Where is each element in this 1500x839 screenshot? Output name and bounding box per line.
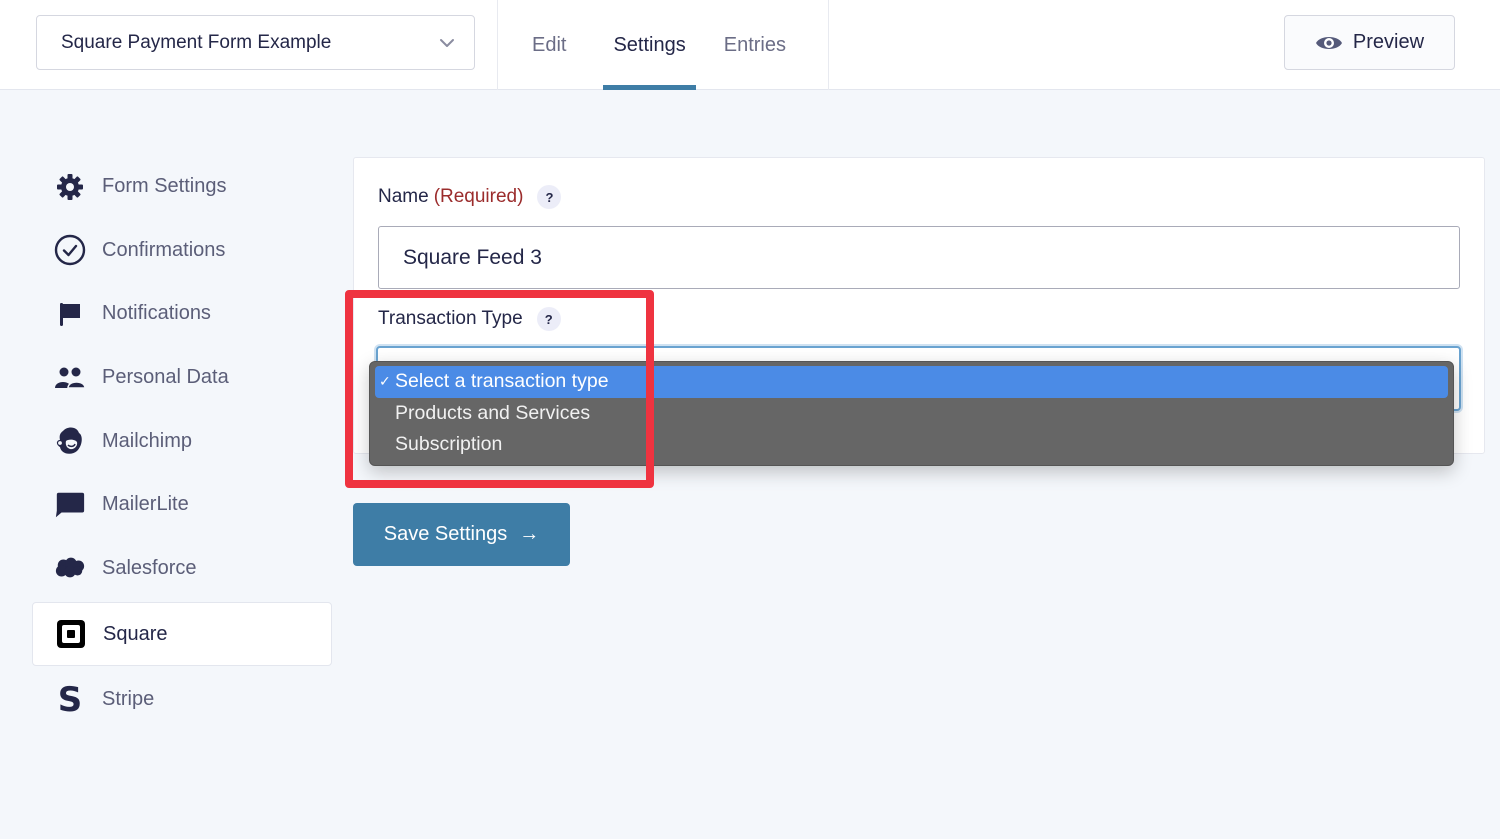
sidebar-item-stripe[interactable]: S Stripe: [32, 668, 332, 732]
sidebar-item-square[interactable]: Square: [32, 602, 332, 667]
transaction-type-label: Transaction Type ?: [378, 307, 561, 331]
sidebar-item-mailchimp[interactable]: Mailchimp: [32, 409, 332, 473]
chat-bubble-icon: [54, 489, 86, 521]
flag-icon: [54, 298, 86, 330]
chevron-down-icon: [440, 39, 454, 47]
sidebar-item-confirmations[interactable]: Confirmations: [32, 219, 332, 283]
checkmark-icon: ✓: [379, 373, 391, 390]
required-indicator: (Required): [433, 186, 524, 207]
sidebar-item-mailerlite[interactable]: MailerLite: [32, 473, 332, 537]
tab-bar: Edit Settings Entries: [498, 0, 786, 90]
check-circle-icon: [54, 234, 86, 266]
dropdown-option-select-a-transaction-type[interactable]: ✓ Select a transaction type: [375, 366, 1448, 398]
top-bar: Square Payment Form Example Edit Setting…: [0, 0, 1500, 90]
gear-icon: [54, 171, 86, 203]
preview-button[interactable]: Preview: [1284, 15, 1455, 70]
preview-label: Preview: [1352, 31, 1425, 53]
form-selector-dropdown[interactable]: Square Payment Form Example: [36, 15, 475, 70]
tab-label: Entries: [723, 33, 786, 56]
dropdown-option-subscription[interactable]: Subscription: [375, 429, 1448, 461]
sidebar-item-label: Notifications: [102, 302, 211, 325]
mailchimp-icon: [54, 425, 86, 457]
sidebar-item-form-settings[interactable]: Form Settings: [32, 155, 332, 219]
settings-sidebar: Form Settings Confirmations Notification…: [32, 155, 332, 732]
name-field-label: Name (Required) ?: [378, 185, 562, 209]
tab-settings[interactable]: Settings: [603, 0, 697, 90]
tab-label: Settings: [613, 33, 686, 56]
sidebar-item-label: Form Settings: [102, 175, 227, 198]
option-label: Subscription: [395, 433, 503, 456]
square-logo-icon: [55, 618, 87, 650]
help-icon[interactable]: ?: [536, 307, 561, 331]
sidebar-item-salesforce[interactable]: Salesforce: [32, 537, 332, 601]
sidebar-item-personal-data[interactable]: Personal Data: [32, 346, 332, 410]
sidebar-item-label: Stripe: [102, 688, 155, 711]
help-icon[interactable]: ?: [537, 185, 562, 209]
arrow-right-icon: →: [519, 523, 540, 545]
tab-label: Edit: [532, 33, 567, 56]
divider: [828, 0, 829, 90]
sidebar-item-label: Salesforce: [102, 556, 197, 579]
eye-icon: [1315, 36, 1342, 49]
sidebar-item-notifications[interactable]: Notifications: [32, 282, 332, 346]
salesforce-cloud-icon: [54, 552, 86, 584]
tab-edit[interactable]: Edit: [532, 0, 566, 90]
save-settings-button[interactable]: Save Settings →: [353, 503, 570, 566]
dropdown-option-products-and-services[interactable]: Products and Services: [375, 398, 1448, 430]
option-label: Products and Services: [395, 401, 591, 424]
option-label: Select a transaction type: [395, 370, 609, 393]
sidebar-item-label: Confirmations: [102, 238, 226, 261]
sidebar-item-label: Square: [103, 622, 168, 645]
form-selector-value: Square Payment Form Example: [61, 31, 332, 53]
sidebar-item-label: MailerLite: [102, 493, 189, 516]
save-settings-label: Save Settings: [383, 523, 508, 545]
name-label-text: Name: [378, 186, 429, 207]
transaction-type-dropdown-menu: ✓ Select a transaction type Products and…: [369, 361, 1454, 466]
sidebar-item-label: Mailchimp: [102, 429, 193, 452]
name-input[interactable]: Square Feed 3: [378, 226, 1460, 289]
users-icon: [54, 362, 86, 394]
transaction-type-label-text: Transaction Type: [378, 308, 523, 329]
sidebar-item-label: Personal Data: [102, 366, 229, 389]
tab-entries[interactable]: Entries: [724, 0, 786, 90]
name-input-value: Square Feed 3: [403, 245, 542, 269]
stripe-s-icon: S: [57, 679, 83, 720]
